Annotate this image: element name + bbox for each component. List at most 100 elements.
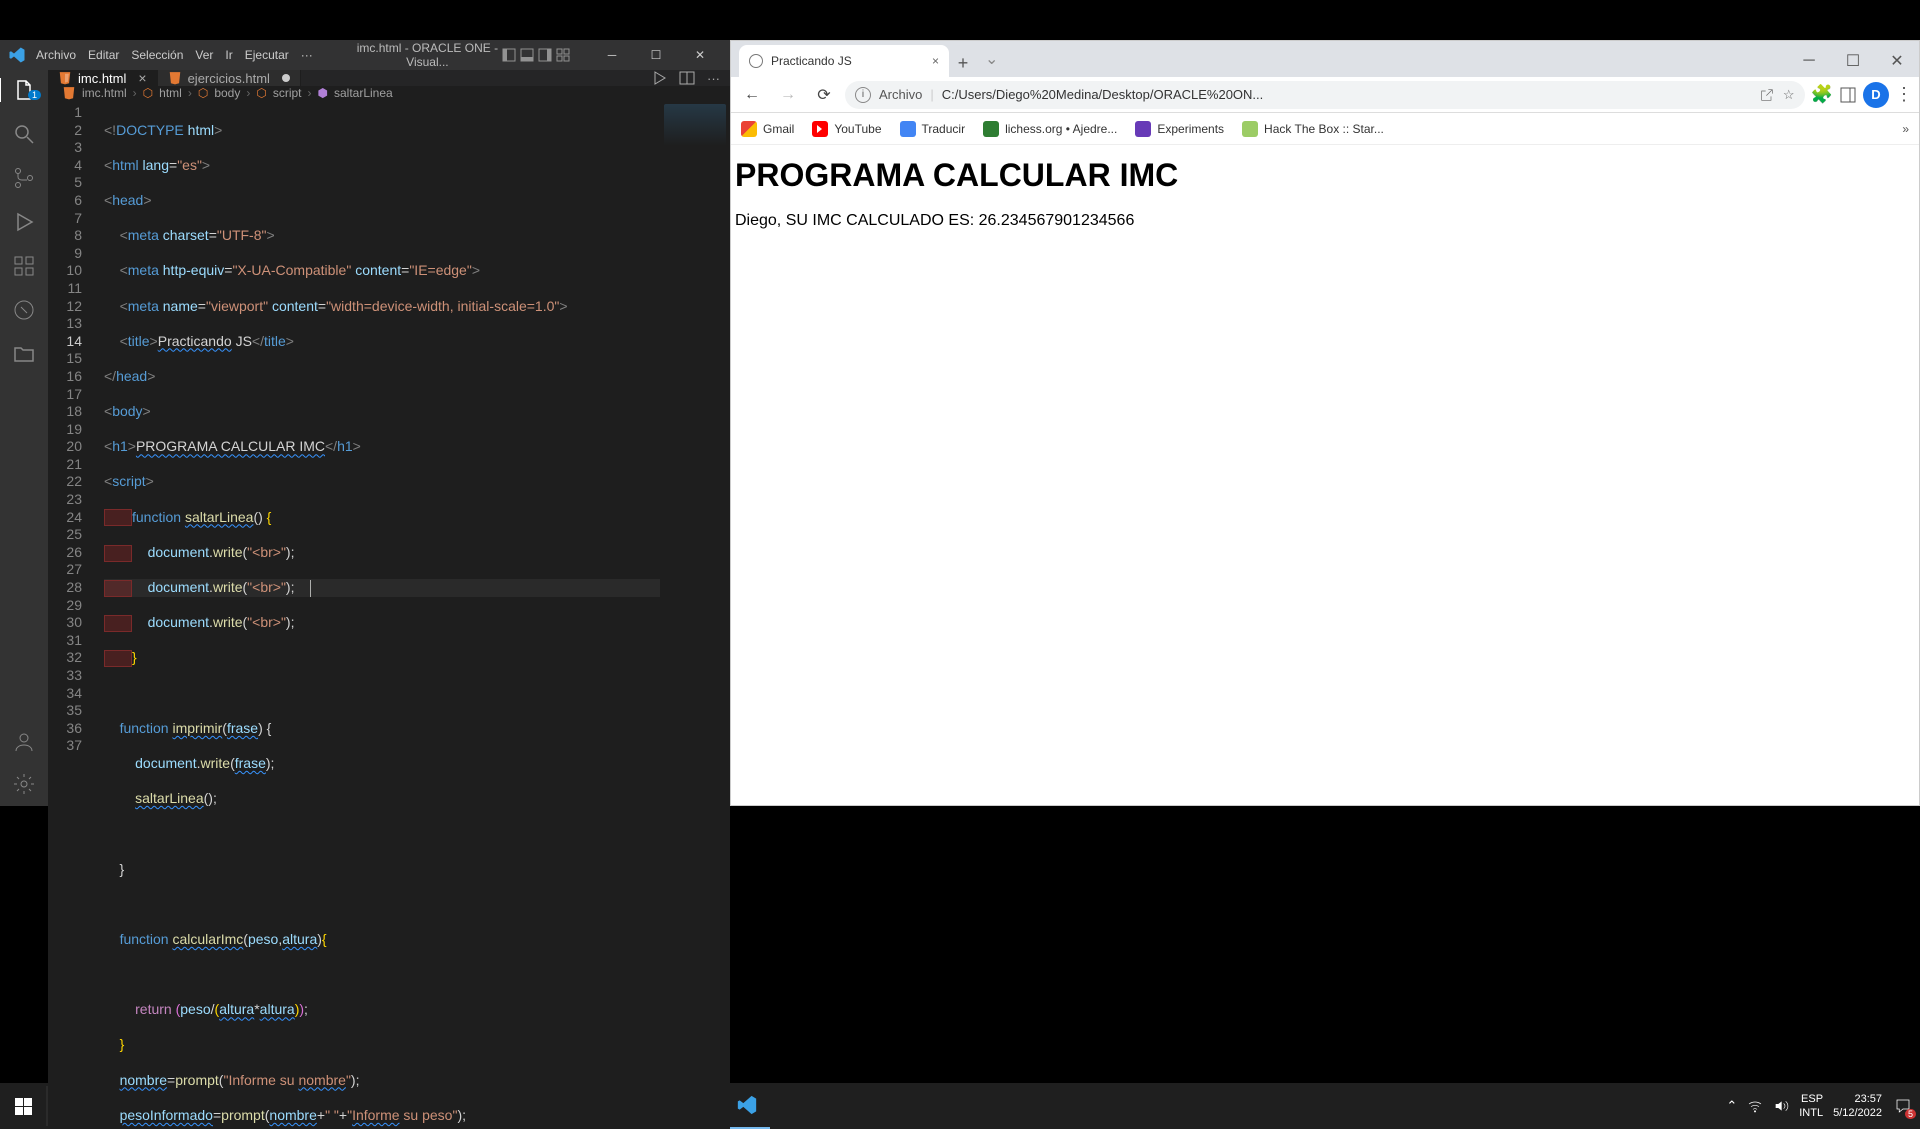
tab-ejercicios[interactable]: ejercicios.html xyxy=(158,70,301,86)
tab-dropdown-icon[interactable]: ⌄ xyxy=(985,49,998,69)
start-button[interactable] xyxy=(0,1083,46,1129)
folder-icon[interactable] xyxy=(0,342,48,366)
minimize-button[interactable]: ─ xyxy=(590,40,634,70)
browser-window: Practicando JS × + ⌄ ─ ☐ ✕ ← → ⟳ i Archi… xyxy=(730,40,1920,806)
html-file-icon xyxy=(62,86,76,100)
window-title: imc.html - ORACLE ONE - Visual... xyxy=(313,41,502,69)
tab-dirty-icon xyxy=(282,74,290,82)
settings-gear-icon[interactable] xyxy=(0,772,48,796)
editor-area: imc.html × ejercicios.html ··· xyxy=(48,70,730,806)
html-file-icon xyxy=(168,71,182,85)
notification-badge: 5 xyxy=(1905,1109,1916,1119)
browser-minimize-button[interactable]: ─ xyxy=(1787,45,1831,77)
back-button[interactable]: ← xyxy=(737,80,767,110)
page-content: PROGRAMA CALCULAR IMC Diego, SU IMC CALC… xyxy=(731,145,1919,805)
htb-icon xyxy=(1242,121,1258,137)
menu-ver[interactable]: Ver xyxy=(195,48,213,62)
breadcrumb-item[interactable]: script xyxy=(273,86,302,100)
account-icon[interactable] xyxy=(0,730,48,754)
bookmark-gmail[interactable]: Gmail xyxy=(741,121,794,137)
flask-icon xyxy=(1135,121,1151,137)
clock[interactable]: 23:575/12/2022 xyxy=(1833,1092,1882,1120)
breadcrumb-item[interactable]: saltarLinea xyxy=(334,86,393,100)
menu-ejecutar[interactable]: Ejecutar xyxy=(245,48,289,62)
tab-imc[interactable]: imc.html × xyxy=(48,70,158,86)
browser-menu-button[interactable]: ⋮ xyxy=(1895,84,1913,105)
extensions-icon[interactable] xyxy=(0,254,48,278)
menu-seleccion[interactable]: Selección xyxy=(131,48,183,62)
breadcrumb-item[interactable]: body xyxy=(214,86,240,100)
bookmark-lichess[interactable]: lichess.org • Ajedre... xyxy=(983,121,1117,137)
layout-sidebar-icon[interactable] xyxy=(502,48,516,62)
menu-editar[interactable]: Editar xyxy=(88,48,119,62)
browser-close-button[interactable]: ✕ xyxy=(1875,45,1919,77)
menu-ir[interactable]: Ir xyxy=(225,48,232,62)
address-bar[interactable]: i Archivo | C:/Users/Diego%20Medina/Desk… xyxy=(845,81,1805,109)
bookmark-htb[interactable]: Hack The Box :: Star... xyxy=(1242,121,1384,137)
bookmarks-overflow[interactable]: » xyxy=(1902,122,1909,136)
split-editor-icon[interactable] xyxy=(679,70,695,86)
share-icon[interactable] xyxy=(1759,87,1775,103)
breadcrumb-item[interactable]: html xyxy=(159,86,182,100)
wifi-icon[interactable] xyxy=(1747,1098,1763,1114)
run-icon[interactable] xyxy=(651,70,667,86)
vscode-window: Archivo Editar Selección Ver Ir Ejecutar… xyxy=(0,40,730,806)
maximize-button[interactable]: ☐ xyxy=(634,40,678,70)
close-button[interactable]: ✕ xyxy=(678,40,722,70)
activity-bar: 1 xyxy=(0,70,48,806)
browser-toolbar: ← → ⟳ i Archivo | C:/Users/Diego%20Medin… xyxy=(731,77,1919,113)
browser-tab[interactable]: Practicando JS × xyxy=(739,45,949,77)
vscode-taskbar-icon[interactable] xyxy=(724,1083,770,1129)
globe-icon xyxy=(749,54,763,68)
browser-tabstrip: Practicando JS × + ⌄ ─ ☐ ✕ xyxy=(731,41,1919,77)
layout-grid-icon[interactable] xyxy=(556,48,570,62)
run-debug-icon[interactable] xyxy=(0,210,48,234)
html-file-icon xyxy=(58,71,72,85)
profile-avatar[interactable]: D xyxy=(1863,82,1889,108)
symbol-icon: ⬡ xyxy=(256,86,266,100)
bookmark-experiments[interactable]: Experiments xyxy=(1135,121,1224,137)
source-control-icon[interactable] xyxy=(0,166,48,190)
site-info-icon[interactable]: i xyxy=(855,87,871,103)
breadcrumbs[interactable]: imc.html› ⬡ html› ⬡ body› ⬡ script› ⬢ sa… xyxy=(48,86,730,100)
menu-archivo[interactable]: Archivo xyxy=(36,48,76,62)
menu-overflow[interactable]: ··· xyxy=(301,48,313,62)
tray-chevron-icon[interactable]: ⌃ xyxy=(1726,1098,1737,1114)
search-icon[interactable] xyxy=(0,122,48,146)
bookmarks-bar: Gmail YouTube Traducir lichess.org • Aje… xyxy=(731,113,1919,145)
layout-panel-icon[interactable] xyxy=(520,48,534,62)
new-tab-button[interactable]: + xyxy=(949,49,977,77)
lichess-icon xyxy=(983,121,999,137)
minimap[interactable] xyxy=(660,100,730,1129)
bookmark-star-icon[interactable]: ☆ xyxy=(1783,87,1795,103)
breadcrumb-item[interactable]: imc.html xyxy=(82,86,127,100)
tab-close-icon[interactable]: × xyxy=(138,70,146,86)
windows-logo-icon xyxy=(15,1098,32,1115)
code-content[interactable]: <!DOCTYPE html> <html lang="es"> <head> … xyxy=(94,100,660,1129)
bookmark-youtube[interactable]: YouTube xyxy=(812,121,881,137)
language-indicator[interactable]: ESPINTL xyxy=(1799,1092,1823,1120)
browser-maximize-button[interactable]: ☐ xyxy=(1831,45,1875,77)
editor[interactable]: 1234567891011121314151617181920212223242… xyxy=(48,100,730,1129)
bookmark-traducir[interactable]: Traducir xyxy=(900,121,966,137)
browser-tab-title: Practicando JS xyxy=(771,54,852,68)
translate-icon xyxy=(900,121,916,137)
more-icon[interactable]: ··· xyxy=(707,71,720,86)
reload-button[interactable]: ⟳ xyxy=(809,80,839,110)
line-numbers: 1234567891011121314151617181920212223242… xyxy=(48,100,94,1129)
quokka-icon[interactable] xyxy=(0,298,48,322)
desktop-wallpaper xyxy=(730,806,1920,1083)
layout-right-icon[interactable] xyxy=(538,48,552,62)
tab-label: imc.html xyxy=(78,71,126,86)
gmail-icon xyxy=(741,121,757,137)
notifications-icon[interactable]: 5 xyxy=(1892,1095,1914,1117)
side-panel-icon[interactable] xyxy=(1839,86,1857,104)
extensions-button[interactable]: 🧩 xyxy=(1811,84,1833,105)
symbol-icon: ⬡ xyxy=(143,86,153,100)
tab-close-icon[interactable]: × xyxy=(932,54,939,68)
vscode-logo-icon xyxy=(8,46,26,64)
url-text: C:/Users/Diego%20Medina/Desktop/ORACLE%2… xyxy=(942,87,1751,102)
explorer-icon[interactable]: 1 xyxy=(0,78,47,102)
forward-button[interactable]: → xyxy=(773,80,803,110)
volume-icon[interactable] xyxy=(1773,1098,1789,1114)
